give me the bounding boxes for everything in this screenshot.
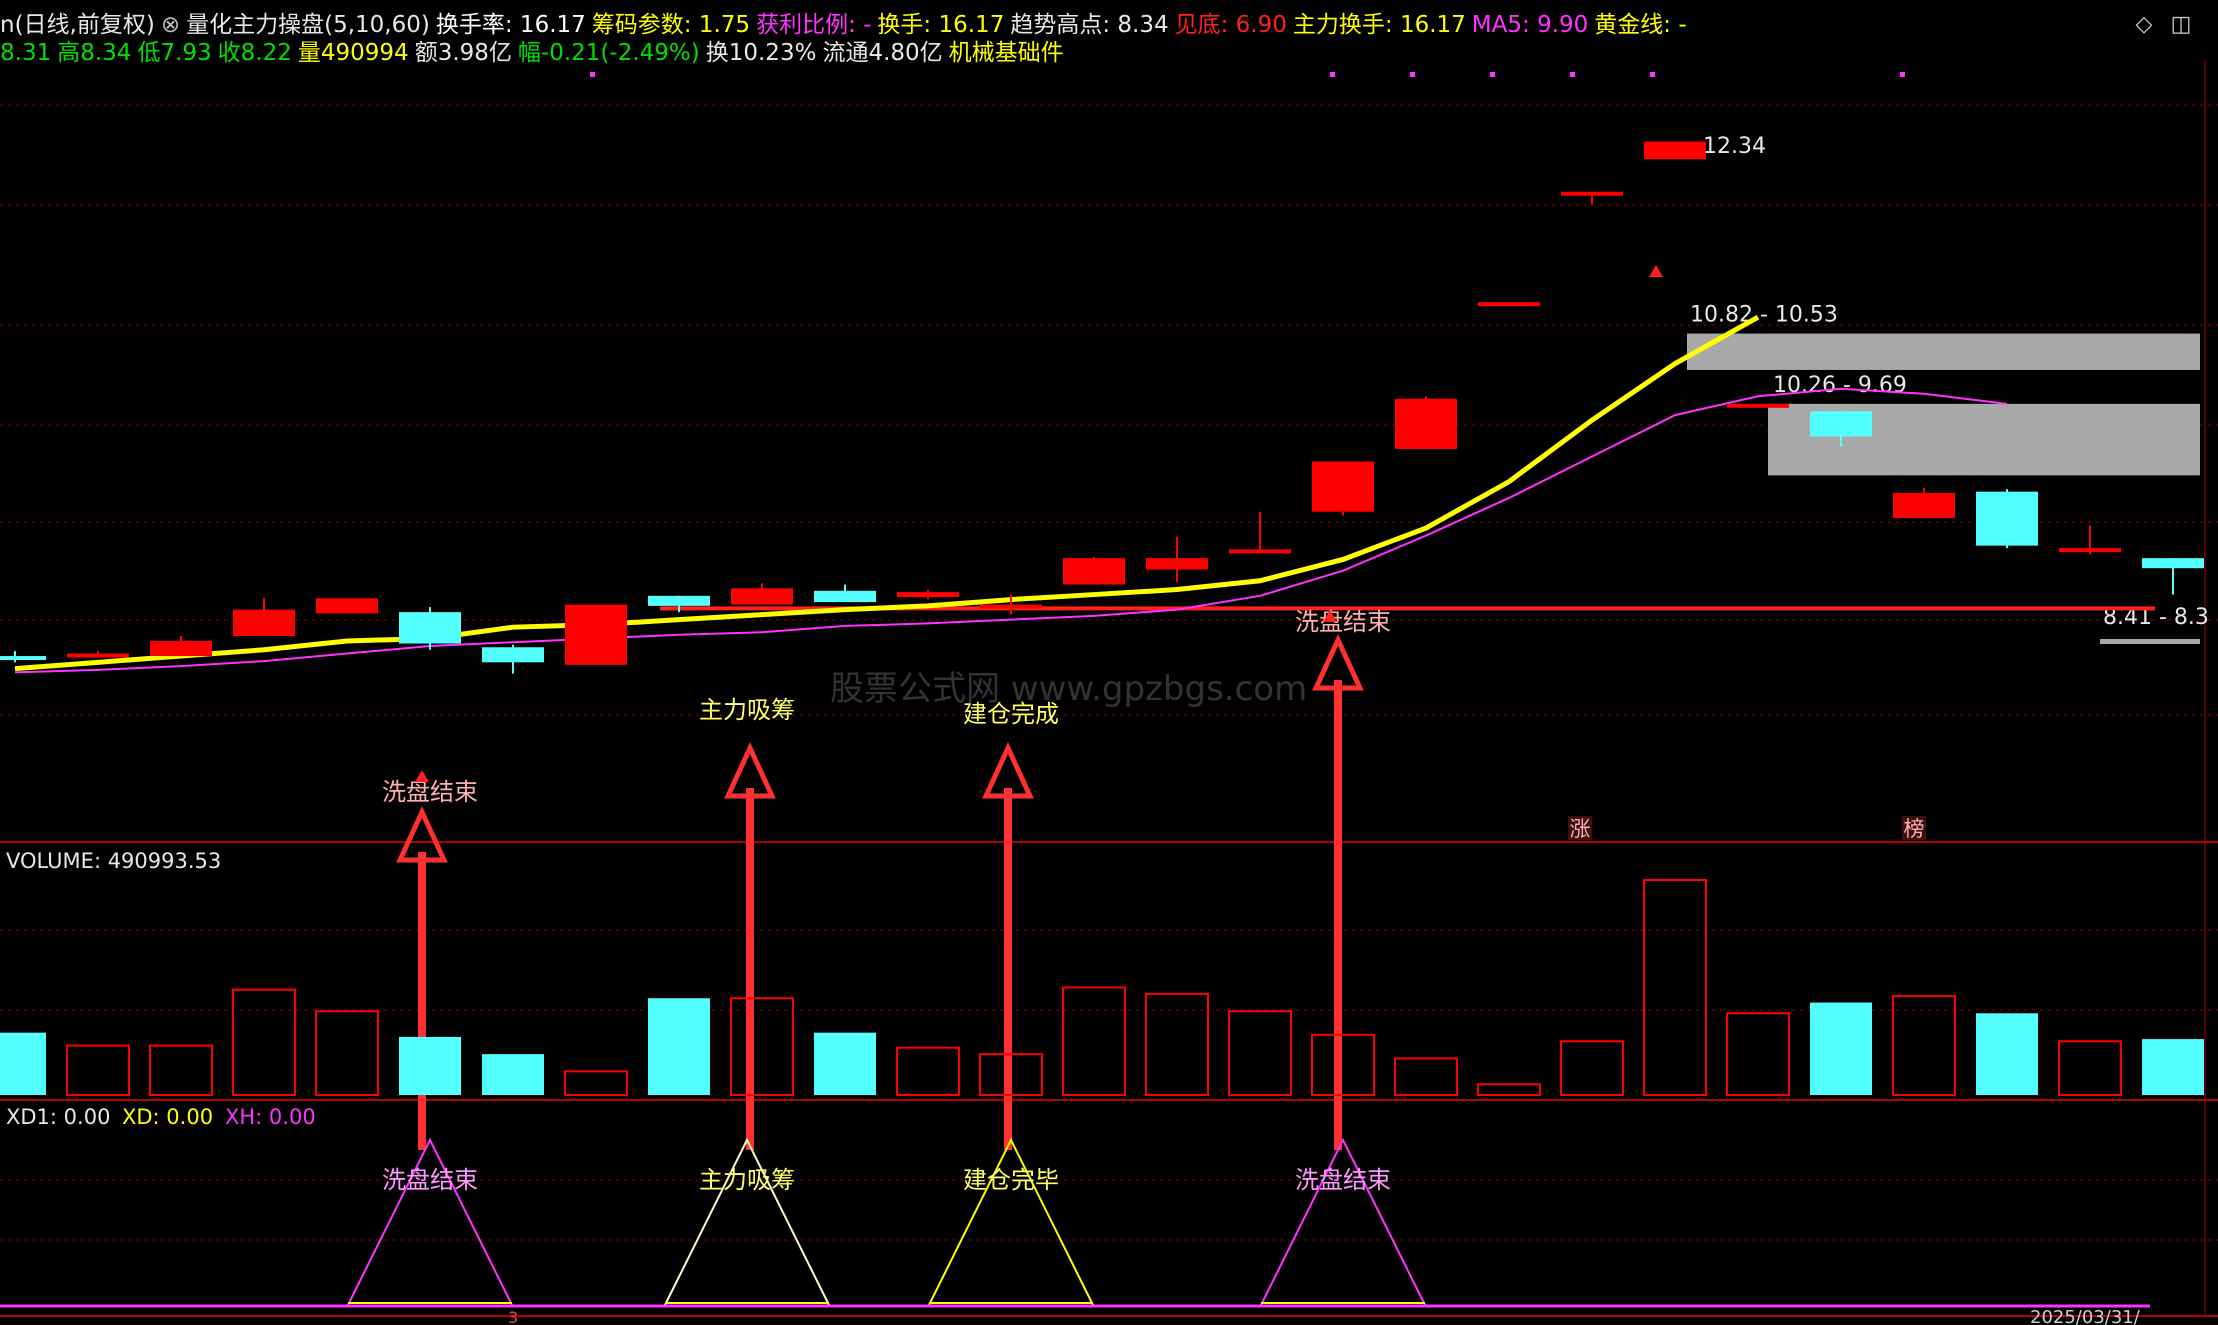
- candle-body-24: [1976, 491, 2038, 546]
- candle-body-8: [648, 595, 710, 606]
- signal-label-2: 建仓完成: [963, 700, 1059, 728]
- marker-dot-1: [1330, 72, 1335, 77]
- badge-1: 榜: [1904, 817, 1925, 841]
- candle-body-5: [399, 612, 461, 644]
- volume-bar-25: [2058, 1040, 2122, 1096]
- signal-label-0: 洗盘结束: [382, 778, 478, 806]
- candle-body-6: [482, 647, 544, 663]
- candle-body-19: [1561, 191, 1623, 196]
- marker-dot-6: [1900, 72, 1905, 77]
- candle-body-3: [233, 609, 295, 636]
- marker-dot-5: [1650, 72, 1655, 77]
- volume-bar-15: [1228, 1010, 1292, 1097]
- volume-bar-7: [564, 1070, 628, 1096]
- volume-bar-1: [66, 1044, 130, 1097]
- marker-dot-0: [590, 72, 595, 77]
- indicator-label-1: XD: 0.00: [122, 1105, 213, 1129]
- candle-body-14: [1146, 558, 1208, 570]
- price-label-high: 12.34: [1703, 134, 1766, 159]
- volume-bar-11: [896, 1046, 960, 1096]
- volume-bar-14: [1145, 992, 1209, 1097]
- volume-bar-23: [1892, 995, 1956, 1096]
- candle-body-18: [1478, 302, 1540, 307]
- candle-body-21: [1727, 403, 1789, 408]
- candle-body-16: [1312, 461, 1374, 512]
- chart-stage[interactable]: n(日线,前复权) ⊗ 量化主力操盘(5,10,60) 换手率: 16.17 筹码参数:…: [0, 0, 2218, 1325]
- volume-bar-20: [1643, 879, 1707, 1096]
- signal-label-3: 洗盘结束: [1295, 608, 1391, 636]
- volume-bar-0: [0, 1032, 46, 1095]
- indicator-text-0: 洗盘结束: [382, 1166, 478, 1194]
- badge-0: 涨: [1570, 817, 1591, 841]
- volume-bar-22: [1810, 1002, 1872, 1095]
- kline-chart: 10.82 - 10.5310.26 - 9.698.41 - 8.3股票公式网…: [0, 60, 2218, 1325]
- zone-label-0: 10.82 - 10.53: [1690, 303, 1838, 328]
- zone-box-2: [2100, 638, 2200, 644]
- volume-title: VOLUME: 490993.53: [6, 849, 221, 873]
- candle-body-23: [1893, 492, 1955, 519]
- volume-bar-16: [1311, 1033, 1375, 1097]
- indicator-label-0: XD1: 0.00: [6, 1105, 110, 1129]
- indicator-peak-0: [347, 1137, 513, 1306]
- watermark: 股票公式网 www.gpzbgs.com: [830, 669, 1307, 709]
- candle-body-1: [67, 653, 129, 658]
- indicator-text-1: 主力吸筹: [699, 1166, 795, 1194]
- volume-bar-21: [1726, 1012, 1790, 1096]
- candle-body-10: [814, 590, 876, 603]
- candle-body-20: [1644, 141, 1706, 160]
- volume-bar-17: [1394, 1057, 1458, 1096]
- marker-dot-4: [1570, 72, 1575, 77]
- candle-body-11: [897, 592, 959, 598]
- footer-date: 2025/03/31/: [2030, 1307, 2141, 1325]
- marker-dot-2: [1410, 72, 1415, 77]
- candle-body-17: [1395, 398, 1457, 449]
- candle-body-0: [0, 656, 46, 661]
- candle-body-12: [980, 604, 1042, 609]
- candle-body-13: [1063, 558, 1125, 585]
- indicator-label-2: XH: 0.00: [225, 1105, 316, 1129]
- candle-body-4: [316, 598, 378, 614]
- marker-dot-3: [1490, 72, 1495, 77]
- volume-bar-26: [2142, 1039, 2204, 1095]
- volume-bar-18: [1477, 1083, 1541, 1096]
- volume-bar-9: [730, 997, 794, 1096]
- indicator-peak-2: [928, 1137, 1094, 1306]
- volume-bar-19: [1560, 1040, 1624, 1096]
- volume-bar-3: [232, 988, 296, 1097]
- indicator-peak-3: [1260, 1137, 1426, 1306]
- candle-body-25: [2059, 548, 2121, 553]
- ma-slow-line: [14, 387, 2008, 674]
- indicator-text-3: 洗盘结束: [1295, 1166, 1391, 1194]
- zone-box-0: [1687, 333, 2200, 370]
- small-arrow-2: [1649, 265, 1663, 277]
- footer-tick: 3: [508, 1308, 518, 1325]
- volume-bar-10: [814, 1032, 876, 1095]
- candle-body-22: [1810, 411, 1872, 437]
- volume-bar-6: [482, 1054, 544, 1095]
- small-arrow-0: [415, 770, 429, 782]
- volume-bar-8: [648, 998, 710, 1095]
- indicator-text-2: 建仓完毕: [963, 1166, 1059, 1194]
- candle-body-15: [1229, 549, 1291, 554]
- volume-bar-4: [315, 1010, 379, 1097]
- signal-label-1: 主力吸筹: [699, 696, 795, 724]
- volume-bar-5: [399, 1036, 461, 1095]
- indicator-peak-1: [664, 1137, 830, 1306]
- volume-bar-24: [1976, 1013, 2038, 1095]
- candle-body-26: [2142, 558, 2204, 569]
- candle-body-7: [565, 604, 627, 665]
- volume-bar-13: [1062, 986, 1126, 1096]
- candle-body-2: [150, 640, 212, 657]
- candle-body-9: [731, 588, 793, 605]
- volume-bar-2: [149, 1044, 213, 1097]
